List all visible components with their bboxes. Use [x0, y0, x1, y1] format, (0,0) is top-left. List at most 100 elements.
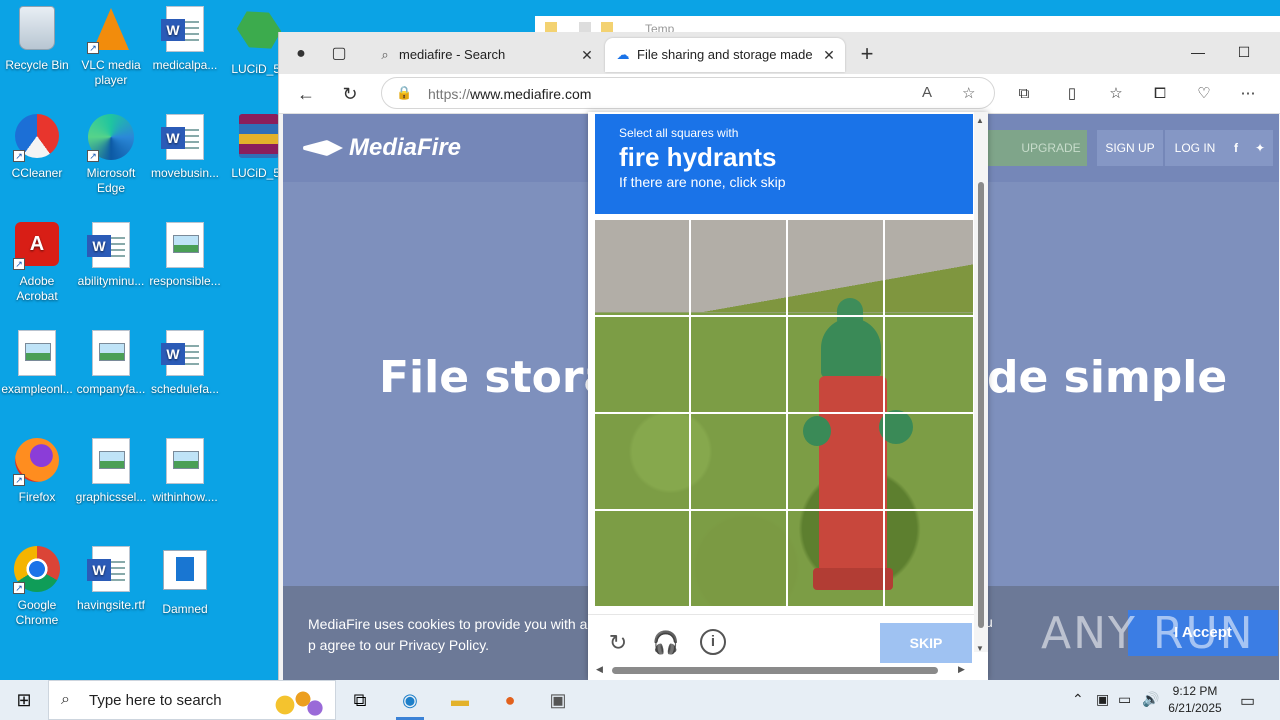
network-icon[interactable]: ▭	[1118, 691, 1131, 708]
desktop-icon-adobe-acrobat[interactable]: A ↗ Adobe Acrobat	[0, 222, 74, 304]
desktop-icon-movebusin[interactable]: W movebusin...	[148, 114, 222, 181]
split-screen-icon[interactable]: ▯	[1057, 80, 1087, 108]
close-tab-icon[interactable]: ✕	[821, 38, 837, 72]
captcha-tile[interactable]	[691, 414, 788, 511]
captcha-tile[interactable]	[595, 511, 691, 606]
new-tab-button[interactable]: +	[853, 42, 881, 66]
refresh-challenge-icon[interactable]: ↻	[604, 629, 632, 657]
show-hidden-icons-icon[interactable]: ⌃	[1072, 691, 1084, 708]
audio-challenge-icon[interactable]: 🎧	[652, 629, 680, 657]
captcha-tile[interactable]	[595, 414, 691, 511]
taskbar-edge-icon[interactable]: ◉	[386, 680, 434, 720]
desktop-icon-withinhow[interactable]: withinhow....	[148, 438, 222, 505]
back-icon[interactable]: ←	[291, 80, 321, 108]
captcha-tile[interactable]	[885, 414, 973, 511]
signup-button[interactable]: SIGN UP	[1097, 130, 1163, 166]
captcha-tile[interactable]	[788, 511, 885, 606]
captcha-tile[interactable]	[885, 220, 973, 317]
desktop-icon-ccleaner[interactable]: ↗ CCleaner	[0, 114, 74, 181]
windows-start-icon[interactable]: ⊞	[0, 680, 48, 720]
info-icon[interactable]: i	[700, 629, 726, 655]
desktop-icon-havingsite[interactable]: W havingsite.rtf	[74, 546, 148, 613]
extensions-icon[interactable]: ⧉	[1009, 80, 1039, 108]
lock-icon: 🔒	[396, 85, 413, 100]
read-aloud-icon[interactable]: A	[922, 84, 932, 101]
captcha-tile[interactable]	[788, 317, 885, 414]
app-window-icon	[161, 550, 209, 598]
desktop-icon-abilityminu[interactable]: W abilityminu...	[74, 222, 148, 289]
firefox-icon: ↗	[13, 438, 61, 486]
system-clock[interactable]: 9:12 PM 6/21/2025	[1160, 683, 1230, 717]
refresh-icon[interactable]: ↻	[335, 80, 365, 108]
taskbar-app-icon[interactable]: ▣	[534, 680, 582, 720]
browser-essentials-icon[interactable]: ♡	[1189, 80, 1219, 108]
scroll-right-arrow-icon[interactable]: ▶	[958, 664, 965, 675]
minimize-button[interactable]: —	[1175, 38, 1221, 66]
desktop-icon-companyfa[interactable]: companyfa...	[74, 330, 148, 397]
captcha-tile[interactable]	[691, 220, 788, 317]
upgrade-button[interactable]: UPGRADE	[983, 130, 1087, 166]
word-doc-icon: W	[87, 546, 135, 594]
address-bar[interactable]: 🔒 https://www.mediafire.com A ☆	[381, 77, 995, 109]
desktop-icon-edge[interactable]: ↗ Microsoft Edge	[74, 114, 148, 196]
address-bar-row: ← ↻ 🔒 https://www.mediafire.com A ☆ ⧉ ▯ …	[279, 74, 1280, 114]
device-icon[interactable]: ▣	[1096, 691, 1109, 708]
desktop-icon-recycle-bin[interactable]: Recycle Bin	[0, 6, 74, 73]
login-button[interactable]: LOG IN	[1165, 130, 1225, 166]
favorite-star-icon[interactable]: ☆	[962, 84, 975, 102]
captcha-vertical-scrollbar[interactable]: ▲ ▼	[974, 112, 988, 653]
desktop-icon-responsible[interactable]: responsible...	[148, 222, 222, 289]
icon-label: havingsite.rtf	[76, 598, 146, 612]
skip-button[interactable]: SKIP	[880, 623, 972, 663]
captcha-tile[interactable]	[691, 511, 788, 606]
captcha-tile[interactable]	[885, 511, 973, 606]
captcha-tile[interactable]	[595, 317, 691, 414]
scroll-down-arrow-icon[interactable]: ▼	[976, 644, 984, 653]
task-view-icon[interactable]: ⧉	[336, 680, 384, 720]
taskbar-search-box[interactable]: ⌕ Type here to search	[48, 680, 336, 720]
maximize-button[interactable]: ☐	[1221, 38, 1267, 66]
word-doc-icon: W	[161, 6, 209, 54]
twitter-icon[interactable]: ✦	[1247, 130, 1273, 166]
captcha-tile[interactable]	[595, 220, 691, 317]
desktop-icon-firefox[interactable]: ↗ Firefox	[0, 438, 74, 505]
scroll-left-arrow-icon[interactable]: ◀	[596, 664, 603, 675]
more-options-icon[interactable]: ⋯	[1233, 80, 1263, 108]
profile-icon[interactable]: ●	[287, 42, 315, 66]
captcha-tile[interactable]	[788, 414, 885, 511]
chrome-icon: ↗	[13, 546, 61, 594]
tab-actions-icon[interactable]: ▢	[325, 42, 353, 66]
desktop-icon-exampleonl[interactable]: exampleonl...	[0, 330, 74, 397]
scrollbar-thumb[interactable]	[612, 667, 938, 674]
desktop-icon-medicalpa[interactable]: W medicalpa...	[148, 6, 222, 73]
desktop-icon-vlc[interactable]: ↗ VLC media player	[74, 6, 148, 88]
close-tab-icon[interactable]: ✕	[579, 38, 595, 72]
captcha-tile[interactable]	[788, 220, 885, 317]
desktop-icon-schedulefa[interactable]: W schedulefa...	[148, 330, 222, 397]
icon-label: responsible...	[149, 274, 221, 288]
taskbar-file-explorer-icon[interactable]: ▬	[436, 680, 484, 720]
notifications-icon[interactable]: ▭	[1240, 691, 1255, 711]
taskbar-firefox-icon[interactable]: ●	[486, 680, 534, 720]
captcha-tile[interactable]	[691, 317, 788, 414]
desktop-icon-damned[interactable]: Damned	[148, 546, 222, 617]
search-highlight-image	[267, 687, 327, 717]
desktop-icon-google-chrome[interactable]: ↗ Google Chrome	[0, 546, 74, 628]
image-file-icon	[13, 330, 61, 378]
captcha-horizontal-scrollbar[interactable]: ◀ ▶	[596, 664, 968, 676]
captcha-tile[interactable]	[885, 317, 973, 414]
winrar-icon	[235, 114, 283, 162]
scroll-up-arrow-icon[interactable]: ▲	[976, 116, 984, 125]
tab-mediafire-search[interactable]: ⌕ mediafire - Search ✕	[367, 38, 603, 72]
mediafire-logo[interactable]: MediaFire	[303, 134, 461, 162]
scrollbar-thumb[interactable]	[978, 182, 984, 628]
favorites-icon[interactable]: ☆	[1101, 80, 1131, 108]
volume-icon[interactable]: 🔊	[1142, 691, 1159, 708]
hero-heading-right: de simple	[987, 352, 1228, 403]
tab-mediafire-site[interactable]: ☁ File sharing and storage made simple ✕	[605, 38, 845, 72]
desktop-icon-graphicssel[interactable]: graphicssel...	[74, 438, 148, 505]
collections-icon[interactable]: ⧠	[1145, 80, 1175, 108]
icon-label: CCleaner	[11, 166, 63, 180]
facebook-icon[interactable]: f	[1225, 130, 1247, 166]
word-doc-icon: W	[161, 114, 209, 162]
